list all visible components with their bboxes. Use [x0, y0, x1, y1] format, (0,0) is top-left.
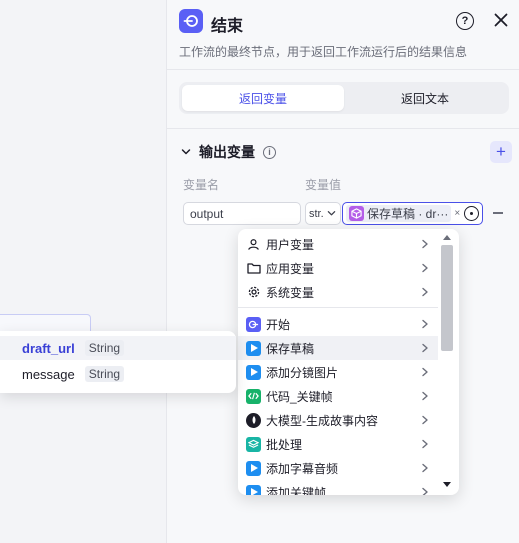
workflow-canvas[interactable]	[0, 0, 166, 543]
output-type-badge: String	[84, 366, 125, 382]
chevron-right-icon	[418, 389, 432, 403]
panel-title: 结束	[211, 18, 244, 35]
list-item-add-keyframe[interactable]: 添加关键帧	[238, 480, 438, 495]
list-item-add-subtitle-audio[interactable]: 添加字幕音频	[238, 456, 438, 480]
folder-icon	[246, 261, 261, 276]
gear-icon	[246, 285, 261, 300]
chevron-right-icon	[418, 237, 432, 251]
list-item-label: 添加字幕音频	[266, 461, 339, 476]
target-icon[interactable]	[464, 206, 479, 221]
submenu-item-message[interactable]: message String	[0, 362, 236, 386]
tab-return-variables[interactable]: 返回变量	[182, 85, 344, 111]
plugin-cube-icon	[349, 206, 364, 221]
chevron-right-icon	[418, 413, 432, 427]
start-node-icon	[246, 316, 261, 332]
variable-picker-dropdown: 用户变量 应用变量 系统变量 开始 保存草稿 添加分镜图片 代码_关键帧 大模型…	[238, 229, 459, 495]
mode-tabs: 返回变量 返回文本	[179, 82, 509, 114]
list-item-label: 批处理	[266, 437, 303, 452]
list-item-system-variables[interactable]: 系统变量	[238, 280, 438, 304]
user-icon	[246, 237, 261, 252]
list-item-label: 添加关键帧	[266, 485, 327, 496]
list-item-add-storyboard-images[interactable]: 添加分镜图片	[238, 360, 438, 384]
list-item-label: 用户变量	[266, 237, 315, 252]
output-name: draft_url	[22, 340, 75, 356]
plugin-node-icon	[246, 364, 261, 380]
end-node-icon	[179, 9, 203, 33]
variable-type-select[interactable]: str.	[305, 202, 341, 225]
list-item-app-variables[interactable]: 应用变量	[238, 256, 438, 280]
code-node-icon	[246, 388, 261, 404]
chevron-right-icon	[418, 485, 432, 495]
output-type-badge: String	[84, 340, 125, 356]
remove-variable-button[interactable]	[493, 212, 503, 214]
column-label-value: 变量值	[305, 178, 342, 192]
chevron-right-icon	[418, 285, 432, 299]
list-item-start-node[interactable]: 开始	[238, 312, 438, 336]
list-item-label: 系统变量	[266, 285, 315, 300]
scroll-up-icon[interactable]	[443, 235, 451, 240]
scroll-down-icon[interactable]	[443, 482, 451, 487]
llm-node-icon	[246, 412, 261, 428]
plugin-node-icon	[246, 460, 261, 476]
variable-reference-tag[interactable]: 保存草稿 · dr···	[346, 205, 452, 222]
output-section-title: 输出变量	[199, 144, 255, 160]
list-item-label: 开始	[266, 317, 291, 332]
scrollbar-thumb[interactable]	[441, 245, 453, 351]
batch-node-icon	[246, 436, 261, 452]
chevron-right-icon	[418, 437, 432, 451]
list-item-user-variables[interactable]: 用户变量	[238, 232, 438, 256]
help-icon[interactable]: ?	[456, 12, 474, 30]
reference-label: 保存草稿 · dr···	[367, 207, 449, 221]
list-item-llm-story[interactable]: 大模型-生成故事内容	[238, 408, 438, 432]
close-icon[interactable]	[491, 10, 511, 30]
list-item-label: 代码_关键帧	[266, 389, 333, 404]
output-section-header[interactable]: 输出变量 i	[181, 142, 276, 162]
column-label-name: 变量名	[183, 178, 220, 192]
list-item-code-keyframe[interactable]: 代码_关键帧	[238, 384, 438, 408]
list-item-batch[interactable]: 批处理	[238, 432, 438, 456]
variable-type-value: str.	[309, 207, 324, 220]
tag-close-icon[interactable]: ×	[454, 208, 460, 219]
list-item-label: 应用变量	[266, 261, 315, 276]
submenu-item-draft-url[interactable]: draft_url String	[0, 336, 236, 360]
list-item-label: 添加分镜图片	[266, 365, 339, 380]
list-item-save-draft[interactable]: 保存草稿	[238, 336, 438, 360]
list-item-label: 大模型-生成故事内容	[266, 413, 378, 428]
chevron-right-icon	[418, 461, 432, 475]
panel-description: 工作流的最终节点，用于返回工作流运行后的结果信息	[179, 45, 468, 59]
list-item-label: 保存草稿	[266, 341, 315, 356]
panel-header: 结束 ? 工作流的最终节点，用于返回工作流运行后的结果信息	[167, 0, 519, 70]
variable-value-input[interactable]: 保存草稿 · dr··· ×	[342, 202, 483, 225]
chevron-right-icon	[418, 317, 432, 331]
chevron-right-icon	[418, 341, 432, 355]
add-variable-button[interactable]: +	[490, 141, 512, 163]
chevron-right-icon	[418, 261, 432, 275]
divider	[167, 128, 519, 129]
variable-name-input[interactable]: output	[183, 202, 301, 225]
chevron-down-icon	[327, 211, 335, 216]
plugin-node-icon	[246, 484, 261, 495]
tab-return-text[interactable]: 返回文本	[344, 85, 506, 111]
plugin-node-icon	[246, 340, 261, 356]
node-output-submenu: draft_url String message String	[0, 331, 236, 393]
output-name: message	[22, 366, 75, 382]
chevron-right-icon	[418, 365, 432, 379]
chevron-down-icon[interactable]	[181, 147, 191, 157]
info-icon[interactable]: i	[263, 145, 276, 159]
dropdown-divider	[238, 307, 438, 308]
